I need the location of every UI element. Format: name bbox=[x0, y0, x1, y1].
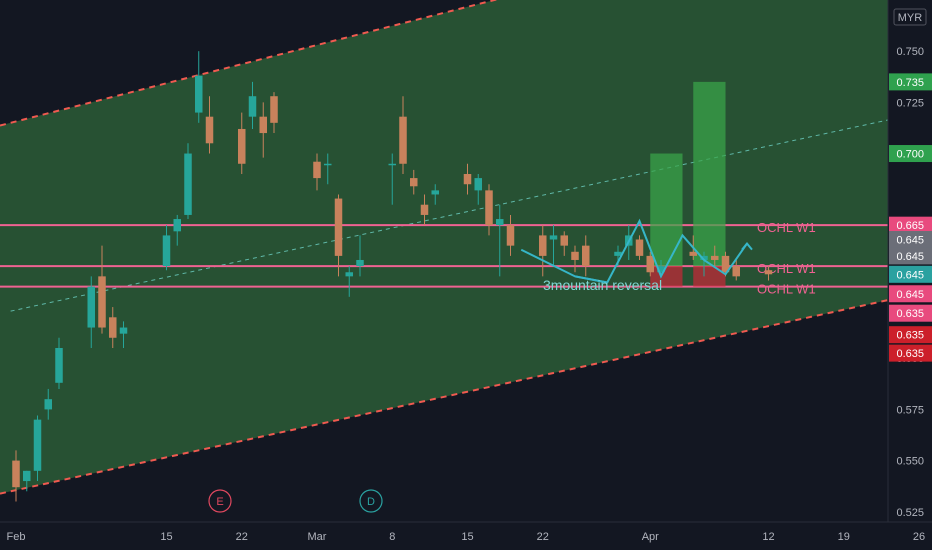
time-tick-label: 15 bbox=[461, 531, 473, 543]
candle-body bbox=[571, 251, 579, 260]
candle-body bbox=[184, 153, 192, 215]
candle-body bbox=[399, 116, 407, 164]
time-tick-label: 22 bbox=[236, 531, 248, 543]
time-tick-label: 19 bbox=[838, 531, 850, 543]
candle-body bbox=[560, 235, 568, 246]
price-badge-label: 0.735 bbox=[896, 77, 924, 89]
currency-label: MYR bbox=[898, 12, 923, 24]
candle-body bbox=[463, 174, 472, 185]
candle-body bbox=[496, 219, 504, 226]
profit-zone[interactable] bbox=[650, 153, 683, 267]
candle-body bbox=[87, 286, 95, 328]
price-badge-label: 0.635 bbox=[896, 348, 924, 360]
candle-body bbox=[506, 225, 515, 246]
time-tick-label: 22 bbox=[537, 531, 549, 543]
price-tick-label: 0.725 bbox=[896, 97, 924, 109]
time-tick-label: Mar bbox=[308, 531, 327, 543]
candle-body bbox=[485, 190, 493, 226]
time-tick-label: 15 bbox=[160, 531, 172, 543]
price-chart[interactable]: OCHL W1OCHL W1OCHL W1 3mountain reversal… bbox=[0, 0, 932, 550]
candle-body bbox=[44, 399, 52, 410]
time-tick-label: Feb bbox=[7, 531, 26, 543]
level-label: OCHL W1 bbox=[757, 282, 816, 297]
candle-body bbox=[248, 96, 257, 117]
candle-body bbox=[33, 419, 42, 471]
candle-body bbox=[334, 198, 343, 256]
price-badge-label: 0.665 bbox=[896, 220, 924, 232]
candle-body bbox=[173, 219, 181, 232]
candle-body bbox=[23, 470, 31, 482]
profit-zone[interactable] bbox=[693, 81, 726, 267]
price-badge-label: 0.645 bbox=[896, 251, 924, 263]
candle-body bbox=[474, 178, 482, 191]
earnings-marker-label: E bbox=[216, 496, 223, 508]
price-tick-label: 0.525 bbox=[896, 507, 924, 519]
candle-body bbox=[539, 235, 547, 256]
price-tick-label: 0.550 bbox=[896, 456, 924, 468]
candle-body bbox=[582, 245, 590, 267]
currency-label-box: MYR bbox=[893, 8, 927, 26]
candle-body bbox=[109, 317, 117, 338]
candle-body bbox=[635, 239, 644, 256]
price-badge-label: 0.635 bbox=[896, 308, 924, 320]
candle-body bbox=[324, 163, 332, 166]
candle-body bbox=[732, 266, 740, 277]
candle-body bbox=[549, 235, 558, 240]
time-tick-label: 26 bbox=[913, 531, 925, 543]
price-badge-label: 0.645 bbox=[896, 235, 924, 247]
stop-zone[interactable] bbox=[693, 266, 726, 287]
candle-body bbox=[195, 75, 203, 113]
candle-body bbox=[238, 128, 246, 164]
price-badge-label: 0.645 bbox=[896, 289, 924, 301]
candle-body bbox=[270, 96, 278, 123]
candle-body bbox=[98, 276, 106, 328]
time-tick-label: 12 bbox=[762, 531, 774, 543]
candle-body bbox=[205, 116, 214, 144]
candle-body bbox=[431, 190, 439, 195]
candle-body bbox=[345, 272, 353, 277]
candle-body bbox=[119, 327, 128, 334]
candle-body bbox=[356, 259, 364, 267]
price-tick-label: 0.750 bbox=[896, 46, 924, 58]
price-badge-label: 0.700 bbox=[896, 149, 924, 161]
candle-body bbox=[420, 204, 429, 215]
candle-body bbox=[711, 255, 719, 260]
price-badge-label: 0.635 bbox=[896, 330, 924, 342]
time-tick-label: 8 bbox=[389, 531, 395, 543]
candle-body bbox=[313, 161, 321, 179]
price-tick-label: 0.575 bbox=[896, 404, 924, 416]
candle-body bbox=[259, 116, 267, 134]
price-badge-label: 0.645 bbox=[896, 269, 924, 281]
candle-body bbox=[764, 270, 773, 275]
candle-body bbox=[410, 178, 418, 187]
candle-body bbox=[646, 255, 654, 273]
candle-body bbox=[388, 163, 396, 166]
candle-body bbox=[55, 348, 63, 383]
candle-body bbox=[12, 460, 20, 488]
candle-body bbox=[689, 251, 697, 256]
candle-body bbox=[162, 235, 171, 267]
dividend-marker-label: D bbox=[367, 496, 375, 508]
pattern-label: 3mountain reversal bbox=[543, 277, 662, 293]
level-label: OCHL W1 bbox=[757, 220, 816, 235]
candle bbox=[184, 143, 192, 220]
time-tick-label: Apr bbox=[642, 531, 659, 543]
